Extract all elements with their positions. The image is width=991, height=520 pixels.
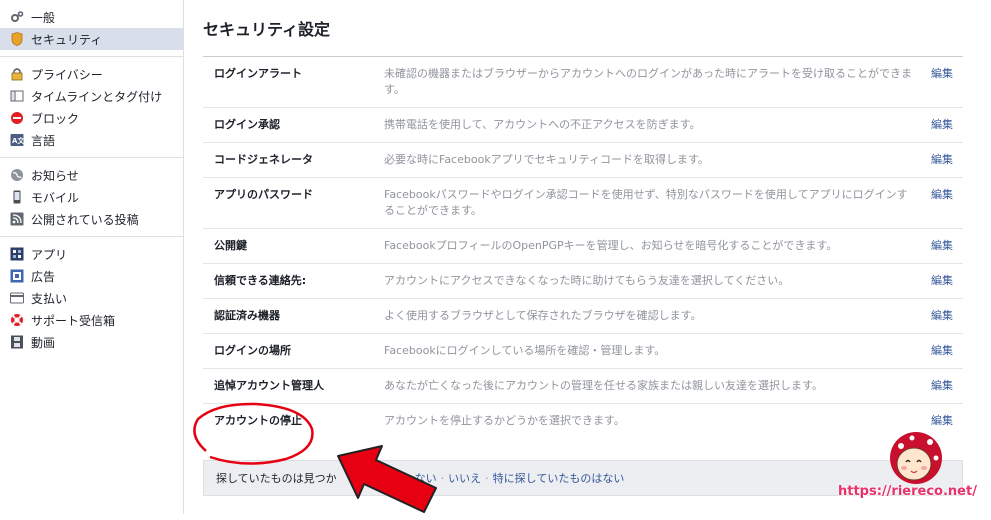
film-icon (10, 335, 24, 349)
sidebar-item-label: お知らせ (31, 168, 79, 183)
language-icon: A文 (10, 133, 24, 147)
gears-icon (10, 10, 24, 24)
row-description: 携帯電話を使用して、アカウントへの不正アクセスを防ぎます。 (384, 118, 701, 131)
row-description: よく使用するブラウザとして保存されたブラウザを確認します。 (384, 309, 702, 322)
settings-list: ログインアラート 未確認の機器またはブラウザーからアカウントへのログインがあった… (203, 57, 963, 438)
settings-row-code-generator[interactable]: コードジェネレータ 必要な時にFacebookアプリでセキュリティコードを取得し… (203, 143, 963, 178)
settings-row-login-alerts[interactable]: ログインアラート 未確認の機器またはブラウザーからアカウントへのログインがあった… (203, 57, 963, 108)
row-description: アカウントを停止するかどうかを選択できます。 (384, 414, 625, 427)
row-label: ログインアラート (214, 67, 302, 80)
row-description: FacebookプロフィールのOpenPGPキーを管理し、お知らせを暗号化するこ… (384, 239, 838, 252)
edit-link[interactable]: 編集 (912, 413, 963, 429)
mascot-character-icon (890, 432, 942, 484)
row-label: アプリのパスワード (214, 188, 313, 201)
sidebar-item-apps[interactable]: アプリ (0, 243, 183, 265)
site-watermark: https://riereco.net/ (838, 484, 977, 499)
sidebar-item-support-inbox[interactable]: サポート受信箱 (0, 309, 183, 331)
feedback-not-looking-link[interactable]: 特に探していたものはない (493, 470, 625, 486)
svg-text:A文: A文 (12, 136, 24, 145)
separator: · (485, 471, 489, 485)
sidebar-item-label: サポート受信箱 (31, 313, 116, 328)
row-label: 追悼アカウント管理人 (214, 379, 324, 392)
edit-link[interactable]: 編集 (912, 238, 963, 254)
card-icon (10, 291, 24, 305)
settings-row-trusted-contacts[interactable]: 信頼できる連絡先: アカウントにアクセスできなくなった時に助けてもらう友達を選択… (203, 264, 963, 299)
row-description: 必要な時にFacebookアプリでセキュリティコードを取得します。 (384, 153, 709, 166)
shield-icon (10, 32, 24, 46)
mobile-icon (10, 190, 24, 204)
block-icon (10, 111, 24, 125)
row-description: アカウントにアクセスできなくなった時に助けてもらう友達を選択してください。 (384, 274, 790, 287)
feedback-no2-link[interactable]: いいえ (448, 470, 481, 486)
sidebar-item-security[interactable]: セキュリティ (0, 28, 183, 50)
globe-icon (10, 168, 24, 182)
annotation-arrow (337, 445, 437, 513)
edit-link[interactable]: 編集 (912, 308, 963, 324)
ads-icon (10, 269, 24, 283)
sidebar-item-label: タイムラインとタグ付け (31, 89, 163, 104)
sidebar-item-mobile[interactable]: モバイル (0, 186, 183, 208)
sidebar-item-label: 動画 (31, 335, 56, 350)
lifebuoy-icon (10, 313, 24, 327)
row-label: コードジェネレータ (214, 153, 313, 166)
edit-link[interactable]: 編集 (912, 152, 963, 168)
row-description: あなたが亡くなった後にアカウントの管理を任せる家族または親しい友達を選択します。 (384, 379, 823, 392)
edit-link[interactable]: 編集 (912, 66, 963, 82)
settings-row-legacy-contact[interactable]: 追悼アカウント管理人 あなたが亡くなった後にアカウントの管理を任せる家族または親… (203, 369, 963, 404)
sidebar-item-privacy[interactable]: プライバシー (0, 63, 183, 85)
settings-row-public-key[interactable]: 公開鍵 FacebookプロフィールのOpenPGPキーを管理し、お知らせを暗号… (203, 229, 963, 264)
sidebar-item-label: プライバシー (31, 67, 103, 82)
row-description: Facebookにログインしている場所を確認・管理します。 (384, 344, 666, 357)
sidebar-item-label: 言語 (31, 133, 56, 148)
sidebar-item-label: モバイル (31, 190, 80, 205)
edit-link[interactable]: 編集 (912, 273, 963, 289)
sidebar-item-label: 広告 (31, 269, 56, 284)
sidebar-item-ads[interactable]: 広告 (0, 265, 183, 287)
row-description: Facebookパスワードやログイン承認コードを使用せず、特別なパスワードを使用… (384, 188, 908, 217)
sidebar-item-block[interactable]: ブロック (0, 107, 183, 129)
page-title: セキュリティ設定 (203, 20, 331, 39)
row-label: 認証済み機器 (214, 309, 280, 322)
settings-row-recognized-devices[interactable]: 認証済み機器 よく使用するブラウザとして保存されたブラウザを確認します。 編集 (203, 299, 963, 334)
sidebar-item-label: 公開されている投稿 (31, 212, 139, 227)
sidebar-item-payments[interactable]: 支払い (0, 287, 183, 309)
settings-row-app-passwords[interactable]: アプリのパスワード Facebookパスワードやログイン承認コードを使用せず、特… (203, 178, 963, 229)
row-label: ログインの場所 (214, 344, 291, 357)
sidebar-item-general[interactable]: 一般 (0, 6, 183, 28)
sidebar-item-label: ブロック (31, 111, 80, 126)
sidebar-item-language[interactable]: A文 言語 (0, 129, 183, 151)
sidebar-item-label: 一般 (31, 10, 56, 25)
sidebar-item-label: アプリ (31, 247, 68, 262)
edit-link[interactable]: 編集 (912, 117, 963, 133)
edit-link[interactable]: 編集 (912, 378, 963, 394)
sidebar-item-timeline[interactable]: タイムラインとタグ付け (0, 85, 183, 107)
feedback-question: 探していたものは見つか (216, 472, 337, 485)
timeline-icon (10, 89, 24, 103)
row-label: 信頼できる連絡先: (214, 274, 307, 287)
sidebar-item-notifications[interactable]: お知らせ (0, 164, 183, 186)
row-label: ログイン承認 (214, 118, 280, 131)
sidebar-item-public-posts[interactable]: 公開されている投稿 (0, 208, 183, 230)
sidebar-group-account: 一般 セキュリティ (0, 0, 183, 57)
edit-link[interactable]: 編集 (912, 187, 963, 203)
rss-icon (10, 212, 24, 226)
lock-icon (10, 67, 24, 81)
sidebar-item-videos[interactable]: 動画 (0, 331, 183, 353)
sidebar-item-label: 支払い (31, 291, 68, 306)
annotation-circle (193, 402, 314, 465)
edit-link[interactable]: 編集 (912, 343, 963, 359)
row-description: 未確認の機器またはブラウザーからアカウントへのログインがあった時にアラートを受け… (384, 67, 912, 96)
sidebar-group-notifications: お知らせ モバイル 公開されている投稿 (0, 158, 183, 237)
sidebar-group-apps: アプリ 広告 支払い サポート受信箱 動画 (0, 237, 183, 359)
settings-row-where-logged-in[interactable]: ログインの場所 Facebookにログインしている場所を確認・管理します。 編集 (203, 334, 963, 369)
apps-icon (10, 247, 24, 261)
sidebar-item-label: セキュリティ (31, 32, 103, 47)
settings-sidebar: 一般 セキュリティ プライバシー タイムラインとタグ付け ブロック A文 言語 … (0, 0, 184, 514)
sidebar-group-privacy: プライバシー タイムラインとタグ付け ブロック A文 言語 (0, 57, 183, 158)
row-label: 公開鍵 (214, 239, 247, 252)
settings-row-login-approvals[interactable]: ログイン承認 携帯電話を使用して、アカウントへの不正アクセスを防ぎます。 編集 (203, 108, 963, 143)
